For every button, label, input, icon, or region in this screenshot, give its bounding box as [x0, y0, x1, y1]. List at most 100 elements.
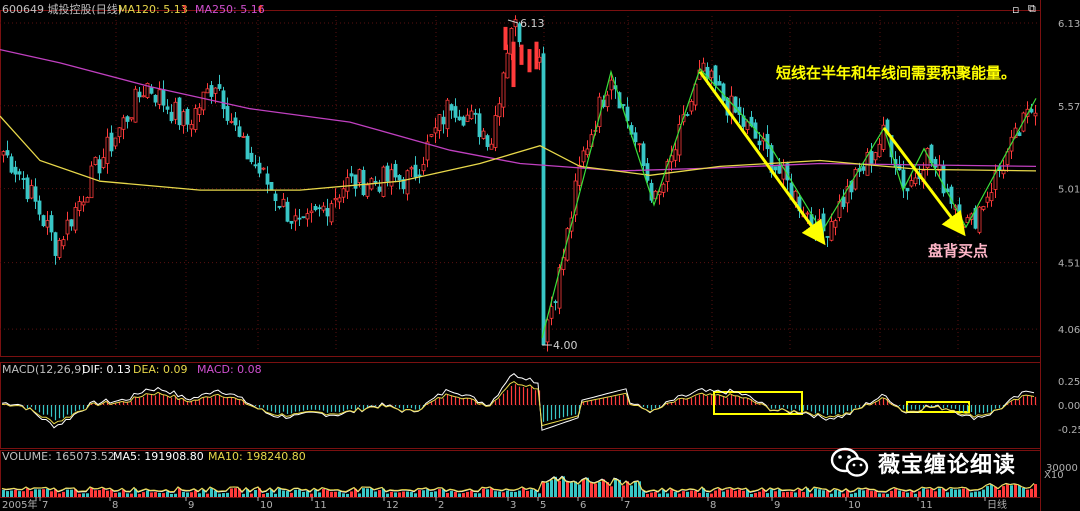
volume-bar	[378, 490, 381, 497]
volume-bar	[802, 491, 805, 497]
candle-body	[221, 90, 226, 110]
volume-bar	[78, 493, 81, 497]
x-tick-label: 7	[42, 500, 48, 511]
volume-bar	[302, 491, 305, 497]
volume-bar	[766, 493, 769, 497]
candle-body	[21, 178, 26, 180]
volume-bar	[646, 493, 649, 497]
restore-icon[interactable]: ⧉	[1028, 2, 1036, 15]
volume-bar	[858, 489, 861, 497]
candle-body	[81, 201, 86, 206]
candle-body	[733, 96, 738, 113]
candle-body	[445, 99, 450, 130]
candle-body	[61, 239, 66, 247]
candle-body	[73, 207, 78, 231]
watermark-text: 薇宝缠论细读	[878, 453, 1017, 478]
volume-bar	[50, 491, 53, 497]
volume-bar	[118, 492, 121, 497]
candle-body	[9, 156, 14, 173]
candle-body	[301, 216, 306, 219]
candle-body	[281, 198, 286, 207]
candle-body	[361, 169, 366, 196]
volume-bar	[334, 491, 337, 497]
x-tick-label: 3	[510, 500, 516, 511]
volume-bar	[406, 491, 409, 497]
volume-bar	[670, 489, 673, 497]
volume-bar	[506, 490, 509, 497]
volume-bar	[342, 493, 345, 497]
volume-bar	[338, 491, 341, 497]
candle-body	[709, 70, 714, 79]
volume-bar	[958, 489, 961, 497]
candle-body	[189, 123, 194, 130]
maximize-icon[interactable]: ▫	[1012, 3, 1019, 16]
candle-body	[257, 162, 262, 174]
candle-body	[805, 212, 810, 215]
candle-body	[829, 221, 834, 241]
candle-body	[501, 72, 506, 108]
candle-body	[353, 174, 358, 189]
price-tick-label: 4.06	[1058, 325, 1080, 336]
candle-body	[329, 203, 334, 223]
volume-bar	[106, 490, 109, 497]
x-tick-label: 2	[438, 500, 444, 511]
candle-body	[421, 163, 426, 172]
volume-bar	[278, 488, 281, 497]
candle-body	[489, 143, 494, 150]
volume-bar	[1018, 485, 1021, 497]
candle-body	[869, 151, 874, 164]
volume-bar	[286, 491, 289, 497]
candle-body	[69, 219, 74, 227]
candle-body	[57, 240, 62, 258]
volume-bar	[322, 488, 325, 497]
candle-body	[961, 226, 966, 229]
candle-body	[773, 166, 778, 171]
volume-bar	[210, 488, 213, 497]
candle-body	[245, 135, 250, 160]
x-tick-label: 9	[774, 500, 780, 511]
volume-bar	[266, 492, 269, 497]
chart-canvas: 6.135.575.014.514.060.250.00-0.2530000 2…	[0, 0, 1080, 511]
volume-bar	[394, 492, 397, 497]
volume-bar	[462, 493, 465, 497]
volume-bar	[166, 491, 169, 497]
x-tick-label: 10	[260, 500, 273, 511]
candle-body	[721, 83, 726, 101]
volume-bar	[722, 491, 725, 497]
volume-bar	[962, 488, 965, 497]
volume-bar	[978, 491, 981, 497]
y-axis-ticks: 6.135.575.014.514.060.250.00-0.2530000	[1046, 19, 1080, 474]
candle-body	[437, 114, 442, 132]
volume-bar	[414, 493, 417, 497]
volume-bar	[98, 490, 101, 497]
volume-bar	[974, 491, 977, 497]
price-tick-label: 6.13	[1058, 19, 1080, 30]
volume-bar	[330, 491, 333, 497]
volume-bar	[854, 492, 857, 497]
volume-bar	[62, 491, 65, 497]
volume-bar	[522, 488, 525, 497]
volume-bar	[26, 488, 29, 497]
volume-bar	[70, 489, 73, 497]
candle-body	[177, 97, 182, 126]
volume-bar	[642, 491, 645, 497]
volume-bar	[138, 493, 141, 497]
volume-bar	[66, 489, 69, 497]
volume-bar	[510, 491, 513, 497]
volume-bar	[446, 493, 449, 497]
candle-body	[305, 213, 310, 220]
volume-bar	[38, 489, 41, 497]
candle-body	[873, 152, 878, 161]
candle-body	[297, 217, 302, 220]
volume-bar	[686, 491, 689, 497]
volume-bar	[682, 491, 685, 497]
candle-body	[757, 140, 762, 146]
low-price-label: 4.00	[553, 339, 578, 352]
candle-body	[93, 156, 98, 165]
volume-bar	[82, 493, 85, 497]
volume-bar	[650, 492, 653, 497]
volume-bar	[566, 481, 569, 497]
volume-bar	[438, 489, 441, 497]
candle-body	[549, 306, 554, 319]
x-tick-label: 8	[112, 500, 118, 511]
